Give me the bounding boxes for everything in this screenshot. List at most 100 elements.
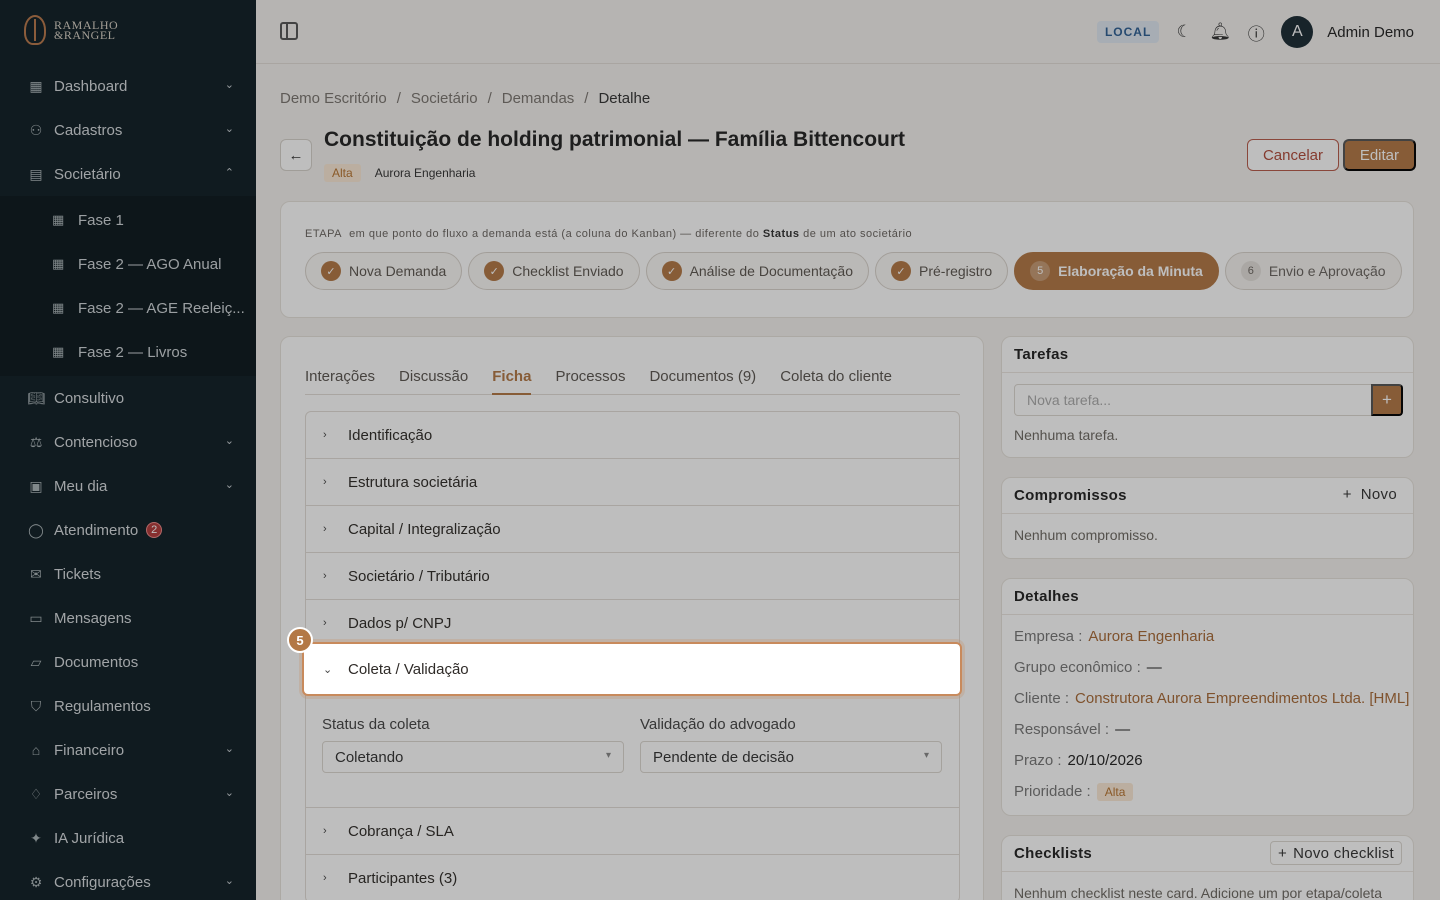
cancel-button[interactable]: Cancelar xyxy=(1246,139,1339,171)
stage-pill-checklist-enviado[interactable]: ✓ Checklist Enviado xyxy=(468,252,640,290)
sidebar-toggle-icon[interactable] xyxy=(280,22,298,40)
sidebar-item-label: Tickets xyxy=(54,565,101,583)
sidebar-item-parceiros[interactable]: ♢ Parceiros ⌄ xyxy=(0,772,256,816)
section-title: Identificação xyxy=(348,426,433,444)
section-tributario[interactable]: › Societário / Tributário xyxy=(306,553,959,600)
stage-label: Elaboração da Minuta xyxy=(1058,263,1203,279)
logo-icon xyxy=(24,15,46,45)
detail-prazo: Prazo : 20/10/2026 xyxy=(1002,745,1413,776)
user-name[interactable]: Admin Demo xyxy=(1327,24,1414,41)
plus-icon: + xyxy=(1278,844,1288,862)
sidebar-item-atendimento[interactable]: ◯ Atendimento 2 xyxy=(0,508,256,552)
section-estrutura[interactable]: › Estrutura societária xyxy=(306,459,959,506)
sidebar-item-ia-juridica[interactable]: ✦ IA Jurídica xyxy=(0,816,256,860)
novo-compromisso-button[interactable]: + Novo xyxy=(1343,486,1397,503)
sidebar-item-configuracoes[interactable]: ⚙ Configurações ⌄ xyxy=(0,860,256,900)
sidebar-item-mensagens[interactable]: ▭ Mensagens xyxy=(0,596,256,640)
help-icon[interactable]: ⓘ xyxy=(1245,21,1267,44)
add-task-button[interactable]: + xyxy=(1371,384,1403,416)
section-capital[interactable]: › Capital / Integralização xyxy=(306,506,959,553)
grid-icon: ▦ xyxy=(52,256,65,271)
section-cnpj[interactable]: › Dados p/ CNPJ xyxy=(306,600,959,647)
chevron-right-icon: › xyxy=(323,825,327,837)
section-coleta-validacao[interactable]: ⌄ Coleta / Validação xyxy=(302,642,962,696)
chevron-right-icon: › xyxy=(323,523,327,535)
compromissos-panel: Compromissos + Novo Nenhum compromisso. xyxy=(1001,477,1414,559)
tab-documentos[interactable]: Documentos (9) xyxy=(649,361,756,395)
breadcrumb-item[interactable]: Demo Escritório xyxy=(280,90,387,107)
submenu-item-fase2-livros[interactable]: ▦ Fase 2 — Livros xyxy=(0,330,256,374)
chevron-down-icon: ⌄ xyxy=(323,663,333,676)
sidebar-item-label: Configurações xyxy=(54,873,151,891)
tour-step-badge: 5 xyxy=(287,627,313,653)
novo-checklist-button[interactable]: + Novo checklist xyxy=(1270,841,1402,865)
tab-coleta-cliente[interactable]: Coleta do cliente xyxy=(780,361,892,395)
sidebar-item-regulamentos[interactable]: ⛉ Regulamentos xyxy=(0,684,256,728)
sidebar-item-label: Financeiro xyxy=(54,741,125,759)
section-title: Capital / Integralização xyxy=(348,520,501,538)
tab-ficha[interactable]: Ficha xyxy=(492,361,532,395)
section-identificacao[interactable]: › Identificação xyxy=(306,412,959,459)
stage-pill-envio[interactable]: 6 Envio e Aprovação xyxy=(1224,252,1402,290)
validacao-select[interactable]: Pendente de decisão ▾ xyxy=(640,741,942,773)
sidebar-item-consultivo[interactable]: 📖︎ Consultivo xyxy=(0,376,256,420)
stage-pill-pre-registro[interactable]: ✓ Pré-registro xyxy=(875,252,1009,290)
detail-key: Empresa : xyxy=(1014,628,1083,645)
sidebar-item-label: Societário xyxy=(54,165,121,183)
building-icon: ▤ xyxy=(29,165,43,182)
status-coleta-select[interactable]: Coletando ▾ xyxy=(322,741,624,773)
section-title: Societário / Tributário xyxy=(348,567,490,585)
status-coleta-label: Status da coleta xyxy=(322,716,430,733)
moon-icon[interactable]: ☾ xyxy=(1173,21,1195,43)
gear-icon: ⚙ xyxy=(29,873,43,890)
tab-processos[interactable]: Processos xyxy=(555,361,625,395)
stage-pill-nova-demanda[interactable]: ✓ Nova Demanda xyxy=(305,252,463,290)
sidebar-item-dashboard[interactable]: ▦ Dashboard ⌄ xyxy=(0,64,256,108)
chevron-down-icon: ⌄ xyxy=(224,875,234,887)
section-participantes[interactable]: › Participantes (3) xyxy=(306,855,959,900)
sidebar-item-tickets[interactable]: ✉ Tickets xyxy=(0,552,256,596)
chevron-down-icon: ⌄ xyxy=(224,743,234,755)
tab-interacoes[interactable]: Interações xyxy=(305,361,375,395)
sidebar-item-contencioso[interactable]: ⚖ Contencioso ⌄ xyxy=(0,420,256,464)
breadcrumb-separator: / xyxy=(584,90,589,107)
detail-value: — xyxy=(1115,721,1131,738)
submenu-item-label: Fase 2 — AGE Reeleiç... xyxy=(78,299,245,317)
sidebar-item-label: Dashboard xyxy=(54,77,128,95)
submenu-item-label: Fase 2 — Livros xyxy=(78,343,188,361)
breadcrumb-item[interactable]: Societário xyxy=(411,90,478,107)
section-cobranca[interactable]: › Cobrança / SLA xyxy=(306,808,959,855)
chevron-up-icon: ⌃ xyxy=(224,167,234,179)
sidebar: RAMALHO &RANGEL ▦ Dashboard ⌄ ⚇ Cadastro… xyxy=(0,0,256,900)
tab-discussao[interactable]: Discussão xyxy=(399,361,468,395)
detail-value-link[interactable]: Aurora Engenharia xyxy=(1088,628,1214,645)
chevron-down-icon: ⌄ xyxy=(224,787,234,799)
back-button[interactable]: ← xyxy=(280,139,312,171)
sidebar-item-documentos[interactable]: ▱ Documentos xyxy=(0,640,256,684)
sidebar-item-financeiro[interactable]: ⌂ Financeiro ⌄ xyxy=(0,728,256,772)
stage-pill-elaboracao[interactable]: 5 Elaboração da Minuta xyxy=(1014,252,1219,290)
submenu-item-fase2-ago[interactable]: ▦ Fase 2 — AGO Anual xyxy=(0,242,256,286)
submenu-item-fase1[interactable]: ▦ Fase 1 xyxy=(0,198,256,242)
detail-value: 20/10/2026 xyxy=(1067,752,1143,769)
stage-label: Pré-registro xyxy=(919,263,993,279)
nova-tarefa-input[interactable]: Nova tarefa... xyxy=(1014,384,1372,416)
breadcrumb-item[interactable]: Demandas xyxy=(502,90,575,107)
sidebar-item-label: Meu dia xyxy=(54,477,108,495)
stage-pill-analise[interactable]: ✓ Análise de Documentação xyxy=(645,252,869,290)
edit-button[interactable]: Editar xyxy=(1342,139,1416,171)
detail-prioridade: Prioridade : Alta xyxy=(1002,776,1413,807)
sidebar-item-cadastros[interactable]: ⚇ Cadastros ⌄ xyxy=(0,108,256,152)
message-icon: ▭ xyxy=(29,609,43,626)
submenu-item-fase2-age[interactable]: ▦ Fase 2 — AGE Reeleiç... xyxy=(0,286,256,330)
bell-icon[interactable]: 🔔︎ xyxy=(1209,21,1232,43)
stage-label: Análise de Documentação xyxy=(689,263,853,279)
sidebar-item-societario[interactable]: ▤ Societário ⌃ xyxy=(0,152,256,196)
avatar[interactable]: A xyxy=(1281,16,1314,48)
plus-icon: + xyxy=(1342,486,1352,503)
detail-value-link[interactable]: Construtora Aurora Empreendimentos Ltda.… xyxy=(1075,690,1409,707)
sidebar-item-meu-dia[interactable]: ▣ Meu dia ⌄ xyxy=(0,464,256,508)
breadcrumb-separator: / xyxy=(487,90,492,107)
brand-logo[interactable]: RAMALHO &RANGEL xyxy=(0,0,256,60)
main-content: Demo Escritório / Societário / Demandas / D… xyxy=(256,64,1440,900)
